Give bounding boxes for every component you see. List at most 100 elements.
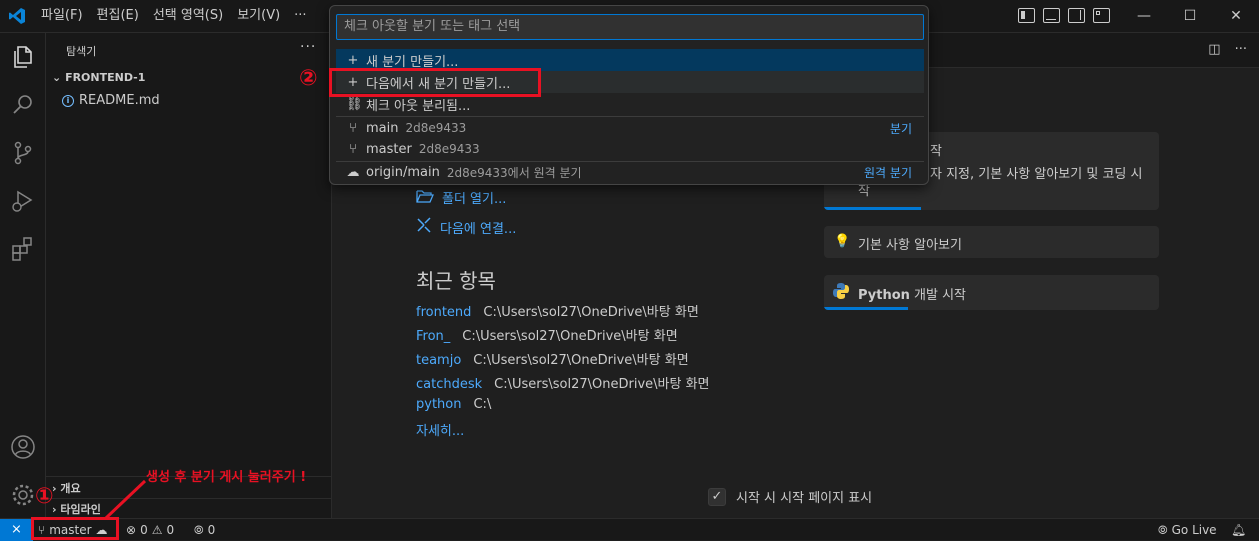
more-recent-link[interactable]: 자세히... bbox=[416, 420, 464, 439]
branch-icon: ⑂ bbox=[349, 120, 357, 136]
warning-icon: ⚠ bbox=[151, 523, 163, 537]
startup-checkbox[interactable]: ✓ bbox=[708, 487, 726, 506]
walkthrough-desc: 자 지정, 기본 사항 알아보기 및 코딩 시 bbox=[930, 167, 1143, 182]
broadcast-icon: ⦾ bbox=[194, 522, 204, 537]
walkthrough-fundamentals[interactable]: 💡 기본 사항 알아보기 bbox=[824, 226, 1159, 258]
annotation-arrow bbox=[104, 479, 147, 520]
open-folder-label: 폴더 열기... bbox=[442, 192, 507, 207]
run-debug-icon[interactable] bbox=[9, 187, 37, 215]
tab-actions: ◫ ··· bbox=[1208, 42, 1247, 57]
remote-branch-item[interactable]: ☁ origin/main 2d8e9433에서 원격 분기 원격 분기 bbox=[336, 161, 924, 183]
folder-header[interactable]: ⌄ FRONTEND-1 bbox=[52, 71, 145, 84]
explorer-sidebar: 탐색기 ··· ⌄ FRONTEND-1 i README.md › 개요 › … bbox=[46, 33, 332, 518]
walkthrough-title-rest: 개발 시작 bbox=[909, 288, 967, 303]
menu-bar: 파일(F) 편집(E) 선택 영역(S) 보기(V) ··· bbox=[34, 0, 314, 33]
recent-name[interactable]: Fron_ bbox=[416, 329, 450, 344]
activity-bar bbox=[0, 33, 46, 518]
recent-name[interactable]: catchdesk bbox=[416, 377, 482, 392]
remote-indicator-icon[interactable]: ⨯ bbox=[0, 519, 33, 541]
menu-view[interactable]: 보기(V) bbox=[230, 0, 287, 33]
sidebar-more-actions[interactable]: ··· bbox=[300, 39, 316, 55]
remote-connect-icon bbox=[416, 217, 432, 237]
source-control-icon[interactable] bbox=[9, 139, 37, 167]
extensions-icon[interactable] bbox=[9, 235, 37, 263]
detach-icon: ⛓ bbox=[346, 96, 363, 112]
recent-item[interactable]: python C:\ bbox=[416, 397, 491, 412]
item-label: main bbox=[366, 120, 399, 136]
section-label: 타임라인 bbox=[60, 503, 101, 516]
connect-to-link[interactable]: 다음에 연결... bbox=[416, 217, 516, 237]
close-icon[interactable]: ✕ bbox=[1213, 0, 1259, 32]
item-desc: 2d8e9433 bbox=[418, 142, 480, 156]
timeline-section[interactable]: › 타임라인 bbox=[52, 501, 101, 517]
layout-controls bbox=[1018, 8, 1110, 23]
go-live-label: Go Live bbox=[1171, 523, 1217, 537]
walkthrough-title: 기본 사항 알아보기 bbox=[858, 238, 962, 253]
search-icon[interactable] bbox=[9, 91, 37, 119]
menu-edit[interactable]: 편집(E) bbox=[90, 0, 146, 33]
walkthrough-title: 작 bbox=[930, 144, 942, 159]
branch-item-main[interactable]: ⑂ main 2d8e9433 분기 bbox=[336, 117, 924, 139]
recent-path: C:\Users\sol27\OneDrive\바탕 화면 bbox=[483, 305, 699, 320]
item-label: 새 분기 만들기... bbox=[366, 54, 459, 70]
branch-search-input[interactable]: 체크 아웃할 분기 또는 태그 선택 bbox=[336, 14, 924, 40]
item-label: origin/main bbox=[366, 164, 440, 180]
item-label: master bbox=[366, 141, 412, 157]
annotation-highlight-2 bbox=[329, 68, 541, 97]
recent-name[interactable]: python bbox=[416, 397, 461, 412]
recent-item[interactable]: teamjo C:\Users\sol27\OneDrive\바탕 화면 bbox=[416, 349, 689, 368]
recent-item[interactable]: Fron_ C:\Users\sol27\OneDrive\바탕 화면 bbox=[416, 325, 678, 344]
ports-status[interactable]: ⦾ 0 bbox=[194, 519, 215, 541]
menu-more[interactable]: ··· bbox=[287, 0, 313, 33]
ports-count: 0 bbox=[207, 523, 216, 537]
customize-layout-icon[interactable] bbox=[1093, 8, 1110, 23]
outline-section[interactable]: › 개요 bbox=[52, 480, 81, 496]
recent-item[interactable]: frontend C:\Users\sol27\OneDrive\바탕 화면 bbox=[416, 301, 699, 320]
divider bbox=[46, 498, 332, 499]
more-actions-icon[interactable]: ··· bbox=[1235, 42, 1247, 57]
recent-heading: 최근 항목 bbox=[416, 269, 496, 293]
warning-count: 0 bbox=[166, 523, 175, 537]
python-logo-icon bbox=[832, 282, 850, 304]
recent-item[interactable]: catchdesk C:\Users\sol27\OneDrive\바탕 화면 bbox=[416, 373, 710, 392]
menu-file[interactable]: 파일(F) bbox=[34, 0, 90, 33]
open-folder-link[interactable]: 폴더 열기... bbox=[416, 188, 506, 207]
show-on-startup[interactable]: ✓ 시작 시 시작 페이지 표시 bbox=[708, 487, 872, 506]
split-editor-icon[interactable]: ◫ bbox=[1208, 42, 1220, 57]
startup-label: 시작 시 시작 페이지 표시 bbox=[736, 491, 873, 506]
item-category: 원격 분기 bbox=[864, 165, 912, 180]
status-bar: ⨯ ⑂ master ☁ ⊗ 0 ⚠ 0 ⦾ 0 ⦾ Go Live 🔔︎ bbox=[0, 518, 1259, 541]
accounts-icon[interactable] bbox=[9, 433, 37, 461]
recent-path: C:\Users\sol27\OneDrive\바탕 화면 bbox=[462, 329, 678, 344]
walkthrough-python[interactable]: Python 개발 시작 bbox=[824, 275, 1159, 310]
folder-name: FRONTEND-1 bbox=[65, 71, 146, 84]
toggle-panel-icon[interactable] bbox=[1043, 8, 1060, 23]
explorer-icon[interactable] bbox=[9, 43, 37, 71]
branch-icon: ⑂ bbox=[349, 141, 357, 157]
minimize-icon[interactable]: — bbox=[1121, 0, 1167, 32]
branch-item-master[interactable]: ⑂ master 2d8e9433 bbox=[336, 138, 924, 160]
notifications-bell-icon[interactable]: 🔔︎ bbox=[1231, 519, 1246, 541]
settings-gear-icon[interactable] bbox=[9, 481, 37, 509]
file-readme[interactable]: i README.md bbox=[62, 93, 160, 108]
plus-icon: + bbox=[347, 52, 359, 68]
toggle-secondary-sidebar-icon[interactable] bbox=[1068, 8, 1085, 23]
toggle-primary-sidebar-icon[interactable] bbox=[1018, 8, 1035, 23]
item-desc: 2d8e9433 bbox=[405, 121, 467, 135]
vscode-logo-icon bbox=[8, 7, 26, 25]
recent-path: C:\Users\sol27\OneDrive\바탕 화면 bbox=[494, 377, 710, 392]
maximize-icon[interactable]: ☐ bbox=[1167, 0, 1213, 32]
section-label: 개요 bbox=[60, 482, 81, 495]
error-count: 0 bbox=[140, 523, 148, 537]
annotation-note: 생성 후 분기 게시 눌러주기 ! bbox=[146, 470, 307, 485]
item-category: 분기 bbox=[889, 121, 912, 136]
item-desc: 2d8e9433에서 원격 분기 bbox=[446, 165, 582, 180]
annotation-number-1: ① bbox=[35, 484, 54, 509]
recent-name[interactable]: frontend bbox=[416, 305, 471, 320]
progress-bar bbox=[824, 307, 908, 310]
go-live-button[interactable]: ⦾ Go Live bbox=[1158, 519, 1217, 541]
item-label: 체크 아웃 분리됨... bbox=[366, 98, 471, 114]
recent-name[interactable]: teamjo bbox=[416, 353, 461, 368]
menu-selection[interactable]: 선택 영역(S) bbox=[146, 0, 230, 33]
file-name: README.md bbox=[79, 93, 160, 108]
